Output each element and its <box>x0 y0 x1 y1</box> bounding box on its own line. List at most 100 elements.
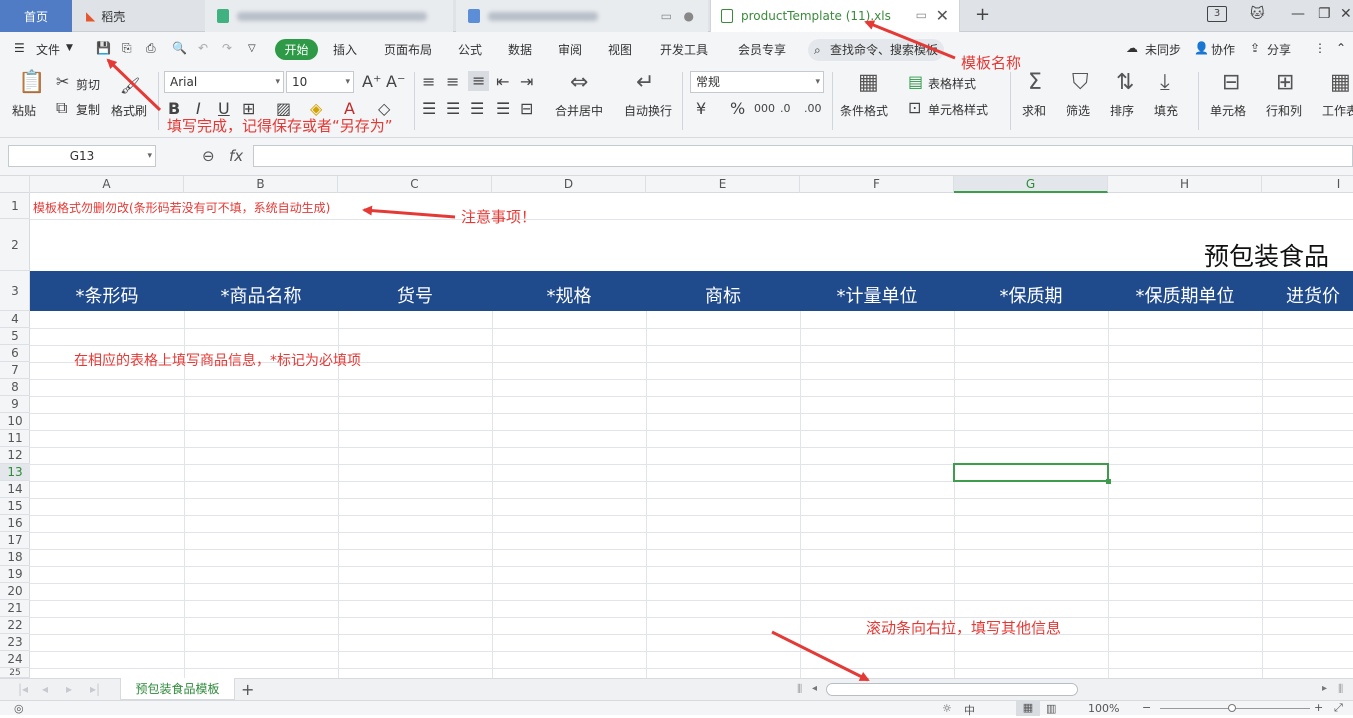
row-header[interactable]: 6 <box>0 345 30 362</box>
restore-icon[interactable]: ❐ <box>1318 6 1331 22</box>
menu-member[interactable]: 会员专享 <box>738 41 786 58</box>
row-header[interactable]: 17 <box>0 532 30 549</box>
worksheet-icon[interactable]: ▦ <box>1330 72 1351 94</box>
format-painter-button[interactable]: 格式刷 <box>111 102 147 119</box>
align-top-icon[interactable]: ≡ <box>422 74 435 90</box>
header-cell-purchase-price[interactable]: 进货价 <box>1262 271 1353 311</box>
merge-center-icon[interactable]: ⇔ <box>570 72 588 94</box>
cell-style-icon[interactable]: ⊡ <box>908 100 921 116</box>
scroll-right-icon[interactable]: ▸ <box>1322 683 1327 694</box>
header-cell-barcode[interactable]: *条形码 <box>30 271 184 311</box>
font-size-select[interactable]: 10 ▾ <box>286 71 354 93</box>
hamburger-icon[interactable]: ☰ <box>14 41 25 55</box>
macro-icon[interactable]: ◎ <box>14 702 24 715</box>
zoom-level[interactable]: 100% <box>1088 702 1119 715</box>
new-tab-icon[interactable]: + <box>975 4 990 25</box>
row-header[interactable]: 24 <box>0 651 30 668</box>
tab-home[interactable]: 首页 <box>0 0 72 32</box>
row-header[interactable]: 19 <box>0 566 30 583</box>
currency-icon[interactable]: ¥ <box>696 101 706 117</box>
wrap-text-button[interactable]: 自动换行 <box>624 102 672 119</box>
paste-button[interactable]: 粘贴 <box>12 102 36 119</box>
redo-icon[interactable]: ↷ <box>222 41 232 55</box>
column-header-b[interactable]: B <box>184 176 338 193</box>
header-cell-shelf-life-unit[interactable]: *保质期单位 <box>1108 271 1262 311</box>
indent-increase-icon[interactable]: ⇥ <box>520 74 533 90</box>
row-col-icon[interactable]: ⊞ <box>1276 72 1294 94</box>
column-header-g[interactable]: G <box>954 176 1108 193</box>
sum-button[interactable]: 求和 <box>1022 102 1046 119</box>
more-options-icon[interactable]: ⋮ <box>1314 41 1326 55</box>
menu-dev-tools[interactable]: 开发工具 <box>660 41 708 58</box>
row-header[interactable]: 8 <box>0 379 30 396</box>
tab-blurred-1[interactable] <box>205 0 453 32</box>
menu-review[interactable]: 审阅 <box>558 41 582 58</box>
row-header[interactable]: 5 <box>0 328 30 345</box>
monitor-icon[interactable]: ▭ <box>916 8 927 22</box>
scrollbar-splitter-icon[interactable]: ⦀ <box>797 682 802 697</box>
worksheet-button[interactable]: 工作表 <box>1322 102 1353 119</box>
sort-icon[interactable]: ⇅ <box>1116 72 1134 94</box>
conditional-format-button[interactable]: 条件格式 <box>840 102 888 119</box>
column-header-h[interactable]: H <box>1108 176 1262 193</box>
avatar[interactable]: 🐱 <box>1250 6 1265 22</box>
first-sheet-icon[interactable]: |◂ <box>18 682 28 696</box>
normal-view-icon[interactable]: ▦ <box>1016 701 1040 716</box>
menu-formula[interactable]: 公式 <box>458 41 482 58</box>
row-header[interactable]: 12 <box>0 447 30 464</box>
header-cell-brand[interactable]: 商标 <box>646 271 800 311</box>
decrease-font-icon[interactable]: A⁻ <box>386 74 405 90</box>
header-cell-unit[interactable]: *计量单位 <box>800 271 954 311</box>
share-button[interactable]: 分享 <box>1267 41 1291 58</box>
header-cell-shelf-life[interactable]: *保质期 <box>954 271 1108 311</box>
menu-file[interactable]: 文件 <box>36 41 60 58</box>
export-icon[interactable]: ⎘ <box>122 41 132 56</box>
sheet-tab-active[interactable]: 预包装食品模板 <box>120 678 235 700</box>
align-center-icon[interactable]: ☰ <box>446 101 460 117</box>
cell-grid[interactable]: 模板格式勿删勿改(条形码若没有可不填，系统自动生成) 预包装食品 *条形码 *商… <box>30 193 1353 678</box>
zoom-out-icon[interactable]: − <box>1142 701 1151 714</box>
wrap-text-icon[interactable]: ↵ <box>636 72 654 94</box>
conditional-format-icon[interactable]: ▦ <box>858 72 879 94</box>
select-all-corner[interactable] <box>0 176 30 193</box>
last-sheet-icon[interactable]: ▸| <box>90 682 100 696</box>
row-header[interactable]: 1 <box>0 193 30 219</box>
sum-icon[interactable]: Σ <box>1028 72 1042 94</box>
number-format-select[interactable]: 常规 ▾ <box>690 71 824 93</box>
thousands-icon[interactable]: 000 <box>754 101 775 117</box>
tab-active-file[interactable]: productTemplate (11).xls ▭ ✕ <box>710 0 960 32</box>
menu-data[interactable]: 数据 <box>508 41 532 58</box>
menu-insert[interactable]: 插入 <box>333 41 357 58</box>
row-header[interactable]: 16 <box>0 515 30 532</box>
cut-icon[interactable]: ✂ <box>56 74 69 90</box>
menu-home-tab[interactable]: 开始 <box>275 39 318 60</box>
row-header[interactable]: 18 <box>0 549 30 566</box>
sheet-title[interactable]: 预包装食品 <box>1204 237 1329 273</box>
window-count-badge[interactable]: 3 <box>1207 6 1227 22</box>
scroll-left-icon[interactable]: ◂ <box>812 683 817 694</box>
selected-cell-g13[interactable] <box>953 463 1111 484</box>
font-name-select[interactable]: Arial ▾ <box>164 71 284 93</box>
column-header-a[interactable]: A <box>30 176 184 193</box>
undo-icon[interactable]: ↶ <box>198 41 208 55</box>
user-icon[interactable]: 👤 <box>1194 41 1209 55</box>
menu-view[interactable]: 视图 <box>608 41 632 58</box>
row-header[interactable]: 10 <box>0 413 30 430</box>
increase-font-icon[interactable]: A⁺ <box>362 74 381 90</box>
fullscreen-icon[interactable]: ⤢ <box>1334 701 1343 715</box>
row-header[interactable]: 23 <box>0 634 30 651</box>
cell-icon[interactable]: ⊟ <box>1222 72 1240 94</box>
input-method-icon[interactable]: 中 <box>964 702 975 718</box>
fill-handle[interactable] <box>1106 479 1111 484</box>
row-header[interactable]: 2 <box>0 219 30 271</box>
collab-button[interactable]: 协作 <box>1211 41 1235 58</box>
sort-button[interactable]: 排序 <box>1110 102 1134 119</box>
increase-decimal-icon[interactable]: .0 <box>780 101 791 117</box>
column-header-c[interactable]: C <box>338 176 492 193</box>
save-icon[interactable]: 💾 <box>96 41 111 55</box>
formula-input[interactable] <box>253 145 1353 167</box>
prev-sheet-icon[interactable]: ◂ <box>42 682 48 696</box>
align-right-icon[interactable]: ☰ <box>470 101 484 117</box>
filter-button[interactable]: 筛选 <box>1066 102 1090 119</box>
close-tab-icon[interactable]: ✕ <box>936 6 949 25</box>
